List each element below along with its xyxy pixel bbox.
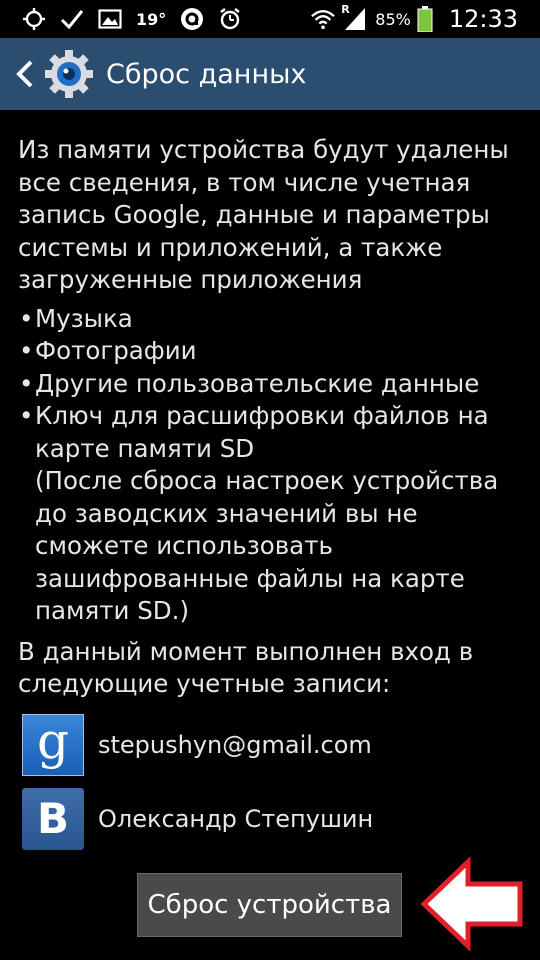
- battery-percent: 85%: [375, 9, 411, 29]
- signal-icon: R: [341, 3, 367, 31]
- list-item-text: Фотографии: [35, 336, 197, 365]
- list-item-text: Музыка: [35, 303, 133, 333]
- action-bar: Сброс данных: [0, 38, 540, 110]
- list-item: • Музыка: [19, 303, 133, 333]
- google-icon: g: [22, 713, 84, 776]
- gallery-icon: [98, 7, 122, 31]
- status-bar: 19° R 85% 12:33: [0, 0, 540, 38]
- intro-text: Из памяти устройства будут удалены все с…: [18, 135, 509, 294]
- battery-icon: [417, 6, 433, 32]
- page-title: Сброс данных: [106, 58, 307, 90]
- list-item: • Другие пользовательские данные: [19, 368, 480, 398]
- temperature-text: 19°: [136, 9, 167, 29]
- account-google: g stepushyn@gmail.com: [18, 713, 528, 777]
- reset-device-button[interactable]: Сброс устройства: [137, 873, 402, 937]
- carrier-letter: R: [341, 3, 350, 16]
- account-label: stepushyn@gmail.com: [98, 730, 372, 759]
- gps-icon: [22, 7, 46, 31]
- account-label: Олександр Степушин: [98, 804, 374, 833]
- list-item-text: Ключ для расшифровки файлов на карте пам…: [35, 401, 489, 463]
- sd-card-note: (После сброса настроек устройства до зав…: [35, 466, 499, 625]
- check-icon: [60, 7, 84, 31]
- vk-icon: B: [22, 787, 84, 850]
- data-list: • Музыка • Фотографии • Другие пользователь…: [18, 303, 528, 628]
- clock: 12:33: [448, 5, 518, 33]
- content: Из памяти устройства будут удалены все с…: [18, 134, 528, 851]
- logged-in-text: В данный момент выполнен вход в следующи…: [18, 636, 474, 699]
- gear-icon[interactable]: [44, 49, 94, 99]
- alarm-icon: [218, 7, 242, 31]
- list-item-text: Другие пользовательские данные: [35, 368, 480, 398]
- app-notification-icon: [180, 7, 204, 31]
- list-item: • Фотографии: [19, 336, 197, 365]
- wifi-icon: [311, 7, 336, 31]
- chevron-left-icon: [16, 60, 33, 88]
- account-vk: B Олександр Степушин: [18, 787, 528, 851]
- list-item: • Ключ для расшифровки файлов на карте па…: [18, 400, 528, 628]
- back-button[interactable]: [8, 38, 42, 110]
- arrow-annotation-icon: [420, 856, 523, 952]
